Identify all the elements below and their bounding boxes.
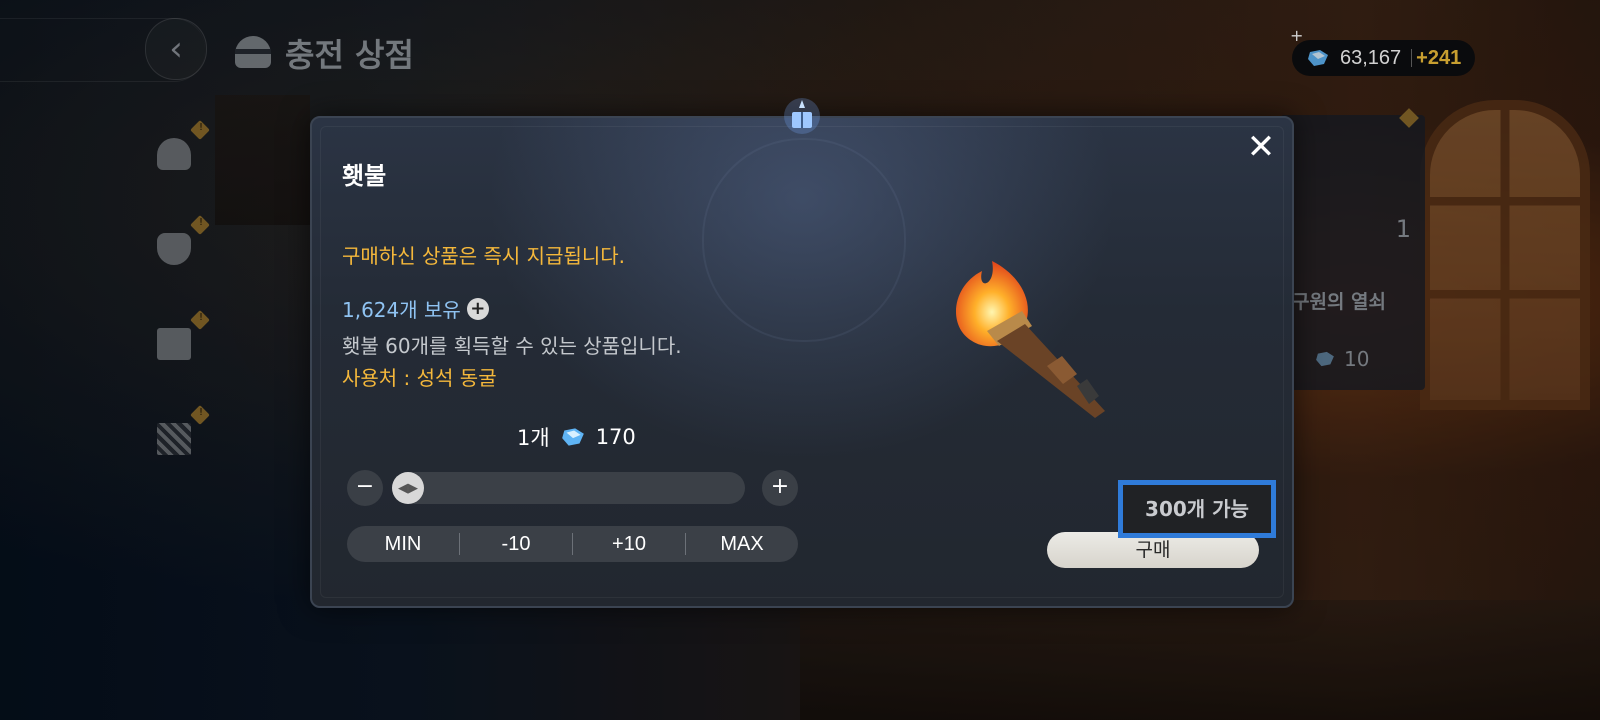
item-description: 횃불 60개를 획득할 수 있는 상품입니다. [342,334,682,358]
owned-info-button[interactable]: + [466,297,489,320]
delivery-notice: 구매하신 상품은 즉시 지급됩니다. [342,244,626,268]
quantity-price-line: 1개 170 [517,422,636,452]
unit-price: 170 [595,425,636,449]
close-icon: ✕ [1246,127,1276,167]
quantity-slider-handle[interactable]: ◀▶ [392,472,424,504]
available-quantity-label: 300개 가능 [1118,480,1276,538]
blue-gem-icon [561,428,584,446]
torch-icon [955,261,1105,418]
step-plus-10-button[interactable]: +10 [573,533,685,556]
step-minus-10-button[interactable]: -10 [460,533,572,556]
close-button[interactable]: ✕ [1244,130,1278,164]
quantity-slider[interactable] [392,472,745,504]
owned-count-row: 1,624개 보유 + [342,294,489,323]
decrease-quantity-button[interactable]: − [347,470,383,506]
step-min-button[interactable]: MIN [347,533,459,556]
modal-title: 횃불 [342,162,387,190]
modal-crest-decoration [702,138,906,342]
quantity-label: 1개 [517,426,550,450]
step-max-button[interactable]: MAX [686,533,798,556]
purchase-modal: 횃불 ✕ 구매하신 상품은 즉시 지급됩니다. 1,624개 보유 + 횃불 6… [310,98,1294,608]
increase-quantity-button[interactable]: + [762,470,798,506]
item-usage: 사용처 : 성석 동굴 [342,366,497,390]
gift-box-icon [784,98,820,134]
owned-count: 1,624개 보유 [342,298,461,322]
quantity-step-bar: MIN -10 +10 MAX [347,526,798,562]
